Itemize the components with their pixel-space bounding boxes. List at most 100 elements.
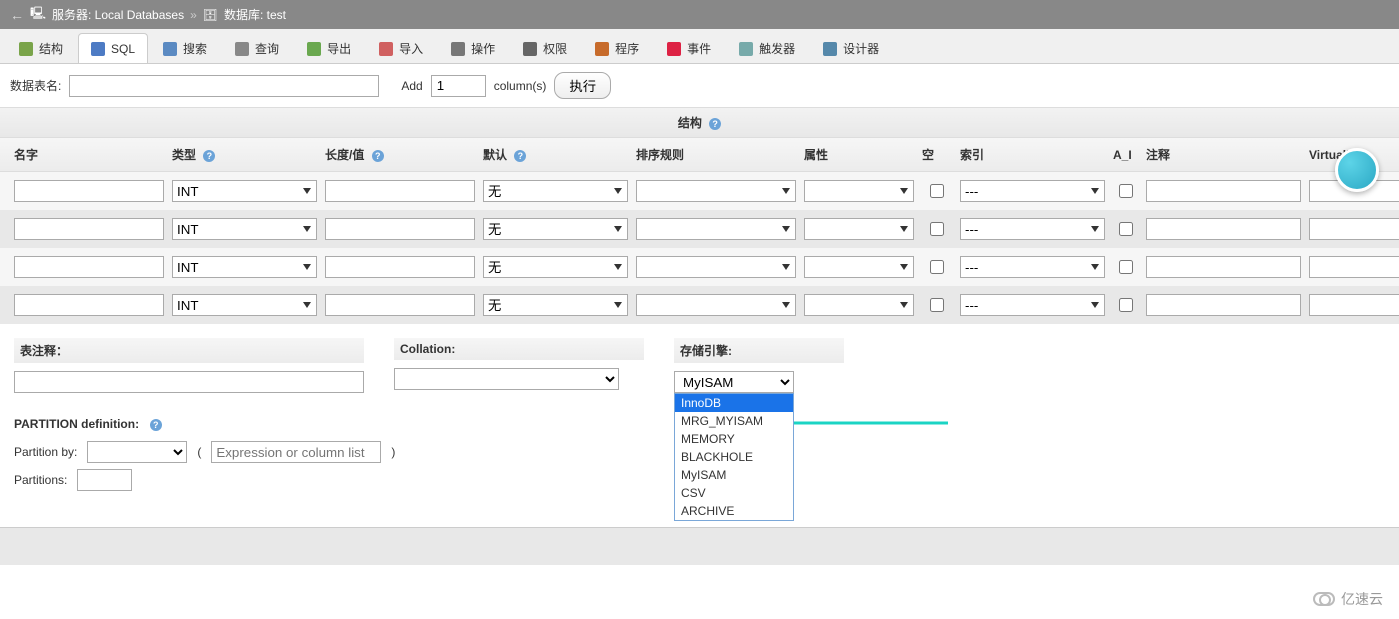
col-ai-checkbox[interactable] [1119, 184, 1133, 198]
breadcrumb-separator: » [190, 8, 197, 22]
col-index-select[interactable]: --- [960, 218, 1105, 240]
privileges-icon [523, 42, 537, 56]
columns-rows: INT 无 --- INT 无 --- INT 无 --- INT 无 [0, 172, 1399, 324]
col-name-input[interactable] [14, 218, 164, 240]
tab-events[interactable]: 事件 [654, 33, 724, 63]
col-attr-select[interactable] [804, 218, 914, 240]
col-type-select[interactable]: INT [172, 180, 317, 202]
col-index: 索引 [960, 146, 1105, 163]
tab-structure[interactable]: 结构 [6, 33, 76, 63]
col-attr-select[interactable] [804, 294, 914, 316]
col-null-checkbox[interactable] [930, 260, 944, 274]
collation-block: Collation: [394, 338, 644, 393]
col-comments-input[interactable] [1146, 218, 1301, 240]
tab-export[interactable]: 导出 [294, 33, 364, 63]
col-comments-input[interactable] [1146, 180, 1301, 202]
tab-label: 权限 [543, 40, 567, 57]
col-default-select[interactable]: 无 [483, 218, 628, 240]
col-collation-select[interactable] [636, 180, 796, 202]
engine-option[interactable]: MRG_MYISAM [675, 412, 793, 430]
col-length-input[interactable] [325, 180, 475, 202]
table-name-input[interactable] [69, 75, 379, 97]
col-index-select[interactable]: --- [960, 180, 1105, 202]
col-collation-select[interactable] [636, 294, 796, 316]
engine-option[interactable]: CSV [675, 484, 793, 502]
col-attr-select[interactable] [804, 256, 914, 278]
export-icon [307, 42, 321, 56]
col-collation-select[interactable] [636, 256, 796, 278]
engine-option[interactable]: MyISAM [675, 466, 793, 484]
tab-triggers[interactable]: 触发器 [726, 33, 808, 63]
partition-expression-input[interactable] [211, 441, 381, 463]
col-default-select[interactable]: 无 [483, 180, 628, 202]
events-icon [667, 42, 681, 56]
col-name: 名字 [14, 146, 164, 163]
col-name-input[interactable] [14, 294, 164, 316]
col-null: 空 [922, 146, 952, 163]
help-icon[interactable]: ? [514, 150, 526, 162]
col-null-checkbox[interactable] [930, 184, 944, 198]
tab-sql[interactable]: SQL [78, 33, 148, 63]
partitions-count-input[interactable] [77, 469, 132, 491]
col-name-input[interactable] [14, 180, 164, 202]
designer-icon [823, 42, 837, 56]
col-comments-input[interactable] [1146, 256, 1301, 278]
help-icon[interactable]: ? [372, 150, 384, 162]
tab-import[interactable]: 导入 [366, 33, 436, 63]
col-type-select[interactable]: INT [172, 294, 317, 316]
partition-by-select[interactable] [87, 441, 187, 463]
col-type-select[interactable]: INT [172, 256, 317, 278]
engine-option[interactable]: InnoDB [675, 394, 793, 412]
col-length-input[interactable] [325, 256, 475, 278]
help-icon[interactable]: ? [203, 150, 215, 162]
col-index-select[interactable]: --- [960, 294, 1105, 316]
breadcrumb-database[interactable]: 数据库: test [224, 6, 286, 23]
col-virtuality-select[interactable] [1309, 294, 1399, 316]
engine-option[interactable]: ARCHIVE [675, 502, 793, 520]
tab-operations[interactable]: 操作 [438, 33, 508, 63]
col-null-checkbox[interactable] [930, 222, 944, 236]
import-icon [379, 42, 393, 56]
tab-routines[interactable]: 程序 [582, 33, 652, 63]
tab-query[interactable]: 查询 [222, 33, 292, 63]
col-attr-select[interactable] [804, 180, 914, 202]
col-type-select[interactable]: INT [172, 218, 317, 240]
col-length-input[interactable] [325, 218, 475, 240]
col-default-select[interactable]: 无 [483, 294, 628, 316]
add-count-input[interactable] [431, 75, 486, 97]
col-default-select[interactable]: 无 [483, 256, 628, 278]
engine-option[interactable]: BLACKHOLE [675, 448, 793, 466]
tab-privileges[interactable]: 权限 [510, 33, 580, 63]
col-virtuality-select[interactable] [1309, 218, 1399, 240]
partitions-count-label: Partitions: [14, 473, 67, 487]
col-index-select[interactable]: --- [960, 256, 1105, 278]
tab-search[interactable]: 搜索 [150, 33, 220, 63]
col-name-input[interactable] [14, 256, 164, 278]
col-collation: 排序规则 [636, 146, 796, 163]
col-collation-select[interactable] [636, 218, 796, 240]
tab-designer[interactable]: 设计器 [810, 33, 892, 63]
col-comments-input[interactable] [1146, 294, 1301, 316]
engine-label: 存储引擎: [674, 338, 844, 363]
col-comments: 注释 [1146, 146, 1301, 163]
col-ai-checkbox[interactable] [1119, 222, 1133, 236]
column-row: INT 无 --- [0, 248, 1399, 286]
collation-select[interactable] [394, 368, 619, 390]
col-length-input[interactable] [325, 294, 475, 316]
storage-engine-select[interactable]: MyISAM [674, 371, 794, 393]
table-comment-input[interactable] [14, 371, 364, 393]
table-name-label: 数据表名: [10, 77, 61, 94]
col-virtuality-select[interactable] [1309, 256, 1399, 278]
tab-label: 设计器 [843, 40, 879, 57]
back-arrow-icon[interactable]: ← [10, 7, 24, 23]
col-ai-checkbox[interactable] [1119, 298, 1133, 312]
col-ai-checkbox[interactable] [1119, 260, 1133, 274]
col-null-checkbox[interactable] [930, 298, 944, 312]
engine-option[interactable]: MEMORY [675, 430, 793, 448]
help-icon[interactable]: ? [709, 118, 721, 130]
execute-button[interactable]: 执行 [554, 72, 611, 99]
breadcrumb-server[interactable]: 服务器: Local Databases [52, 6, 184, 23]
help-icon[interactable]: ? [150, 419, 162, 431]
sql-icon [91, 42, 105, 56]
structure-icon [19, 42, 33, 56]
